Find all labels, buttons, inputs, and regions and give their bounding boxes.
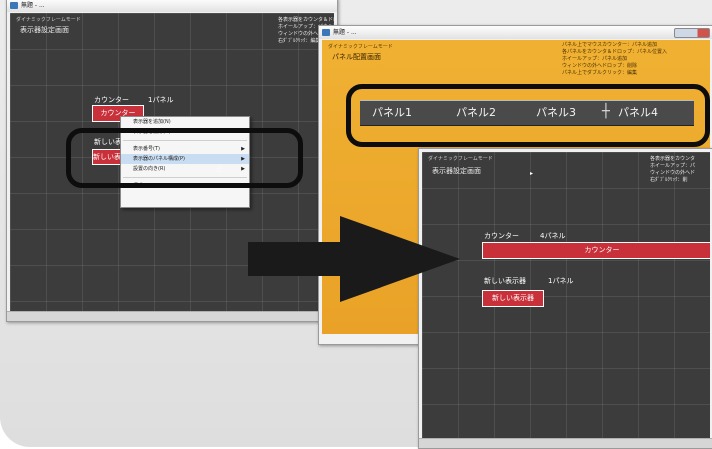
counter-display-label: カウンター: [584, 246, 620, 254]
counter-display[interactable]: カウンター: [482, 242, 710, 259]
highlight-ring-panels: [346, 84, 710, 147]
mode-label: ダイナミックフレームモード: [16, 17, 81, 23]
counter-panel-count: 4パネル: [540, 232, 566, 240]
counter-panel-count: 1パネル: [148, 96, 174, 104]
window-controls[interactable]: [674, 28, 710, 38]
screen-title: 表示器設定画面: [432, 167, 481, 175]
app-icon: [322, 29, 330, 36]
status-bar: [7, 311, 337, 321]
new-display-label: 新しい表示器: [484, 277, 526, 285]
highlight-ring-context: [66, 128, 303, 188]
help-text: 各表示器をカウンタ ホイールアップ：パ ウィンドウの外へド 右ﾀﾞﾌﾞﾙｸﾘｯｸ…: [650, 156, 696, 183]
window-title: 無題 - ...: [333, 29, 357, 36]
display-canvas[interactable]: ダイナミックフレームモード 表示器設定画面 各表示器をカウンタ ホイールアップ：…: [422, 152, 710, 438]
menu-item-add-display[interactable]: 表示器を追加(N): [121, 117, 249, 127]
mode-label: ダイナミックフレームモード: [328, 44, 393, 50]
counter-label: カウンター: [484, 232, 519, 240]
new-display[interactable]: 新しい表示器: [482, 290, 544, 307]
window-titlebar: 無題 - ...: [319, 26, 712, 39]
mouse-pointer-icon: ▸: [530, 170, 534, 177]
screen-title: 表示器設定画面: [20, 26, 69, 34]
window-titlebar: 無題 - ...: [7, 0, 337, 12]
display-result-window: ダイナミックフレームモード 表示器設定画面 各表示器をカウンタ ホイールアップ：…: [418, 148, 712, 449]
app-icon: [10, 2, 18, 9]
mode-label: ダイナミックフレームモード: [428, 156, 493, 162]
window-title: 無題 - ...: [21, 2, 45, 9]
help-text: パネル上でマウスカウンター：パネル追加 各パネルをカウンタ＆ドロップ：パネル位置…: [562, 42, 668, 76]
new-display-panel-count: 1パネル: [548, 277, 574, 285]
big-arrow-icon: [248, 216, 460, 302]
screen-title: パネル配置画面: [332, 53, 381, 61]
counter-label: カウンター: [94, 96, 129, 104]
